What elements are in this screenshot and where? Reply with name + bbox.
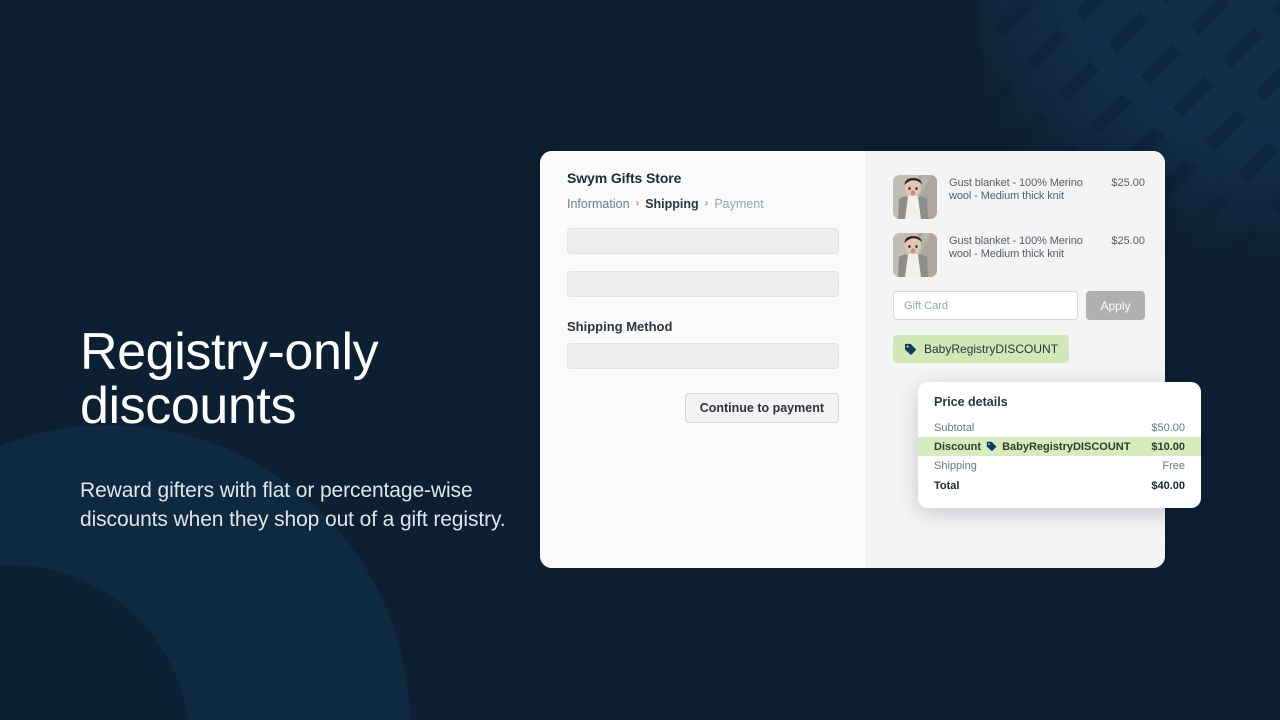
cart-line-item: Gust blanket - 100% Merino wool - Medium… bbox=[893, 175, 1145, 219]
chevron-right-icon: › bbox=[635, 197, 640, 210]
price-row-label: Total bbox=[934, 480, 960, 492]
applied-discount-chip[interactable]: BabyRegistryDISCOUNT bbox=[893, 335, 1070, 363]
shipping-method-select[interactable] bbox=[567, 343, 839, 369]
breadcrumb-shipping[interactable]: Shipping bbox=[645, 197, 698, 211]
price-details-title: Price details bbox=[934, 395, 1008, 409]
price-row-label: Subtotal bbox=[934, 421, 975, 434]
tag-icon bbox=[904, 343, 917, 355]
checkout-actions: Continue to payment bbox=[567, 393, 839, 423]
chevron-right-icon: › bbox=[704, 197, 709, 210]
price-row-label: Discount BabyRegistryDISCOUNT bbox=[934, 441, 1130, 453]
product-price: $25.00 bbox=[1111, 177, 1145, 189]
product-title: Gust blanket - 100% Merino wool - Medium… bbox=[949, 177, 1083, 203]
discount-chip-label: BabyRegistryDISCOUNT bbox=[924, 342, 1059, 356]
price-row-total: Total $40.00 bbox=[918, 475, 1201, 496]
price-row-value: $50.00 bbox=[1151, 421, 1185, 434]
page-title: Registry-only discounts bbox=[80, 323, 379, 436]
price-row-value: Free bbox=[1162, 459, 1185, 472]
shipping-method-label: Shipping Method bbox=[567, 319, 673, 334]
breadcrumb-payment: Payment bbox=[714, 197, 764, 211]
store-name: Swym Gifts Store bbox=[567, 170, 682, 186]
gift-card-input[interactable] bbox=[893, 291, 1078, 320]
discount-label-text: Discount bbox=[934, 440, 982, 453]
tag-icon bbox=[986, 441, 997, 451]
breadcrumb-information[interactable]: Information bbox=[567, 197, 630, 211]
checkout-form-panel: Swym Gifts Store Information › Shipping … bbox=[540, 151, 866, 568]
page-subtitle: Reward gifters with flat or percentage-w… bbox=[80, 479, 506, 532]
price-row-subtotal: Subtotal $50.00 bbox=[918, 418, 1201, 437]
breadcrumb: Information › Shipping › Payment bbox=[567, 197, 839, 211]
product-thumbnail bbox=[893, 233, 937, 277]
apply-gift-card-button[interactable]: Apply bbox=[1086, 291, 1145, 320]
price-row-value: $10.00 bbox=[1151, 440, 1185, 453]
hero-copy: Registry-only discounts Reward gifters w… bbox=[80, 325, 520, 535]
price-row-value: $40.00 bbox=[1151, 480, 1185, 492]
slide-canvas: Registry-only discounts Reward gifters w… bbox=[0, 0, 1280, 720]
gift-card-row: Apply bbox=[893, 291, 1145, 320]
price-row-discount: Discount BabyRegistryDISCOUNT $10.00 bbox=[918, 437, 1201, 456]
price-row-shipping: Shipping Free bbox=[918, 456, 1201, 475]
cart-line-item: Gust blanket - 100% Merino wool - Medium… bbox=[893, 233, 1145, 277]
address-field[interactable] bbox=[567, 271, 839, 297]
product-price: $25.00 bbox=[1111, 235, 1145, 247]
product-title: Gust blanket - 100% Merino wool - Medium… bbox=[949, 235, 1083, 261]
price-row-label: Shipping bbox=[934, 459, 977, 472]
contact-field[interactable] bbox=[567, 228, 839, 254]
continue-to-payment-button[interactable]: Continue to payment bbox=[684, 393, 839, 423]
product-thumbnail bbox=[893, 175, 937, 219]
price-details-card: Price details Subtotal $50.00 Discount B… bbox=[918, 382, 1201, 508]
discount-code-text: BabyRegistryDISCOUNT bbox=[1002, 440, 1131, 453]
